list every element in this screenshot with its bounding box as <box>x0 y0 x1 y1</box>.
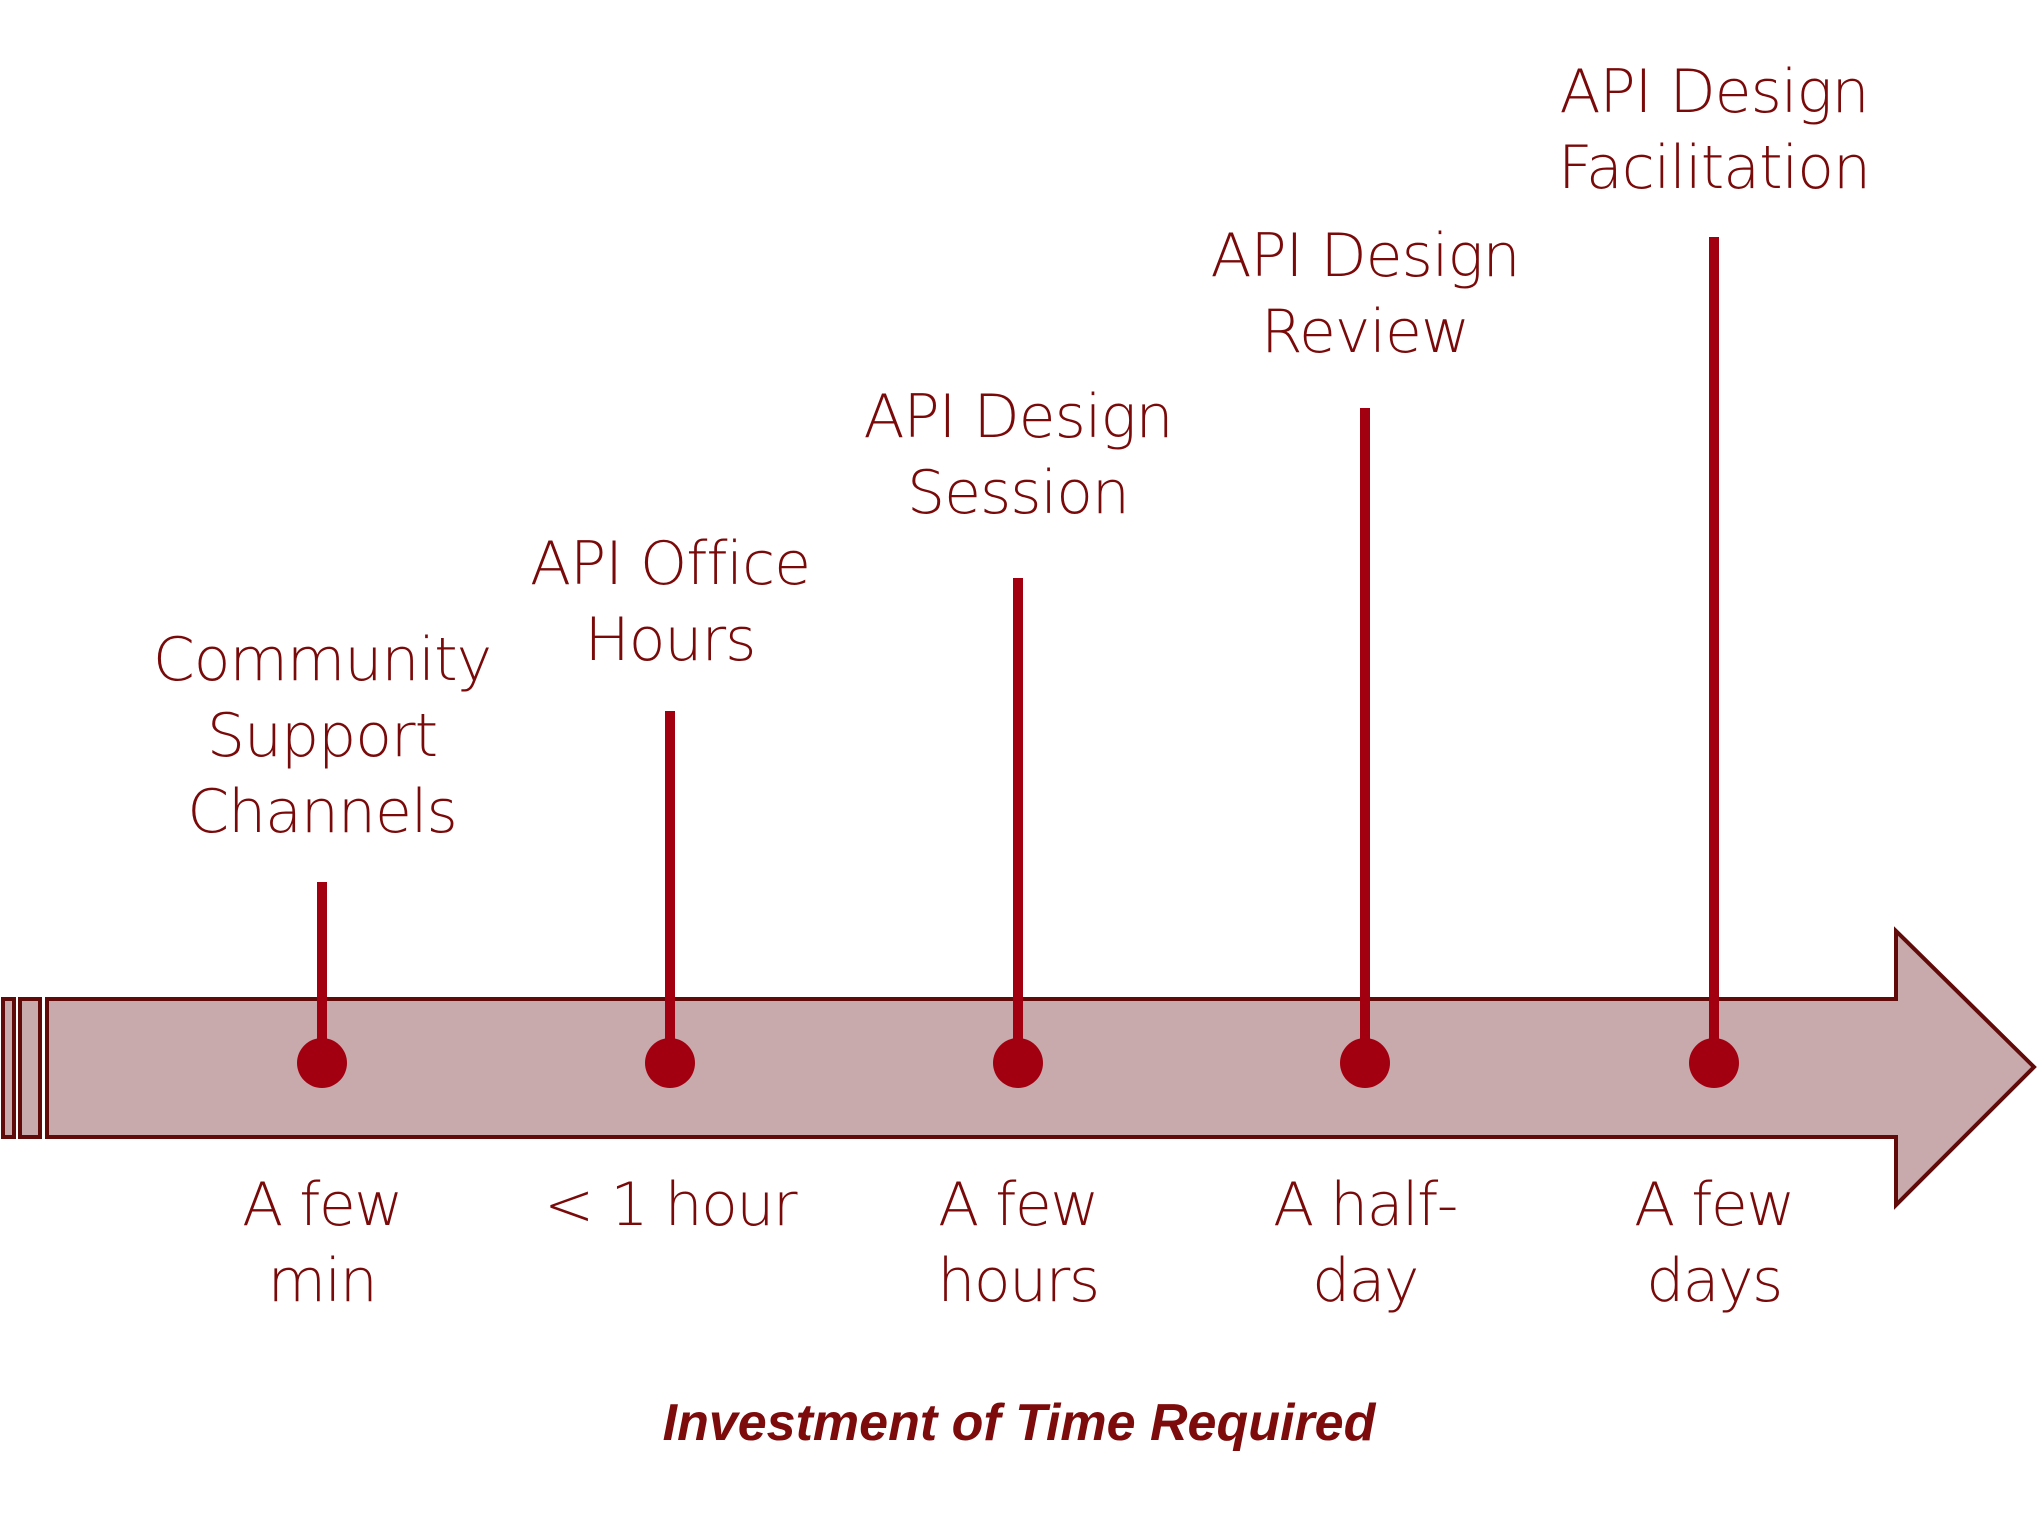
milestone-label: API Design <box>1210 221 1519 291</box>
milestone-time-label: A half- <box>1273 1170 1457 1240</box>
milestone-time-label: hours <box>937 1246 1098 1316</box>
milestone-time-label: A few <box>1634 1170 1794 1240</box>
milestone-dot <box>297 1038 347 1088</box>
milestone-label: API Office <box>530 529 810 599</box>
milestone-dot <box>1689 1038 1739 1088</box>
milestone-label: API Design <box>1559 57 1868 127</box>
milestone: CommunitySupportChannels A fewmin <box>153 625 492 1316</box>
milestone-time-label: A few <box>938 1170 1098 1240</box>
timeline-diagram: CommunitySupportChannelsA fewminAPI Offi… <box>1 57 2037 1452</box>
milestone-label: Hours <box>585 605 756 675</box>
milestone-time-label: day <box>1312 1246 1418 1316</box>
milestone-label: Review <box>1261 297 1469 367</box>
milestone: API DesignReview A half-day <box>1210 221 1520 1316</box>
milestone-label: Community <box>153 625 491 695</box>
milestone-time-label: min <box>268 1246 377 1316</box>
milestone-time-label: days <box>1646 1246 1782 1316</box>
milestone-label: Channels <box>187 777 457 847</box>
milestone-time-label: < 1 hour <box>544 1170 798 1240</box>
milestone-label: API Design <box>863 382 1172 452</box>
milestone-label: Support <box>207 701 437 771</box>
milestone-label: Session <box>907 458 1129 528</box>
milestone-dot <box>993 1038 1043 1088</box>
milestone-time-label: A few <box>242 1170 402 1240</box>
milestone: API DesignSession A fewhours <box>863 382 1173 1316</box>
milestone-dot <box>1340 1038 1390 1088</box>
milestone-dot <box>645 1038 695 1088</box>
milestone-label: Facilitation <box>1558 133 1870 203</box>
arrow-tail-strip-1 <box>1 997 16 1139</box>
axis-title: Investment of Time Required <box>663 1394 1377 1452</box>
arrow-tail-strip-2 <box>18 997 42 1139</box>
